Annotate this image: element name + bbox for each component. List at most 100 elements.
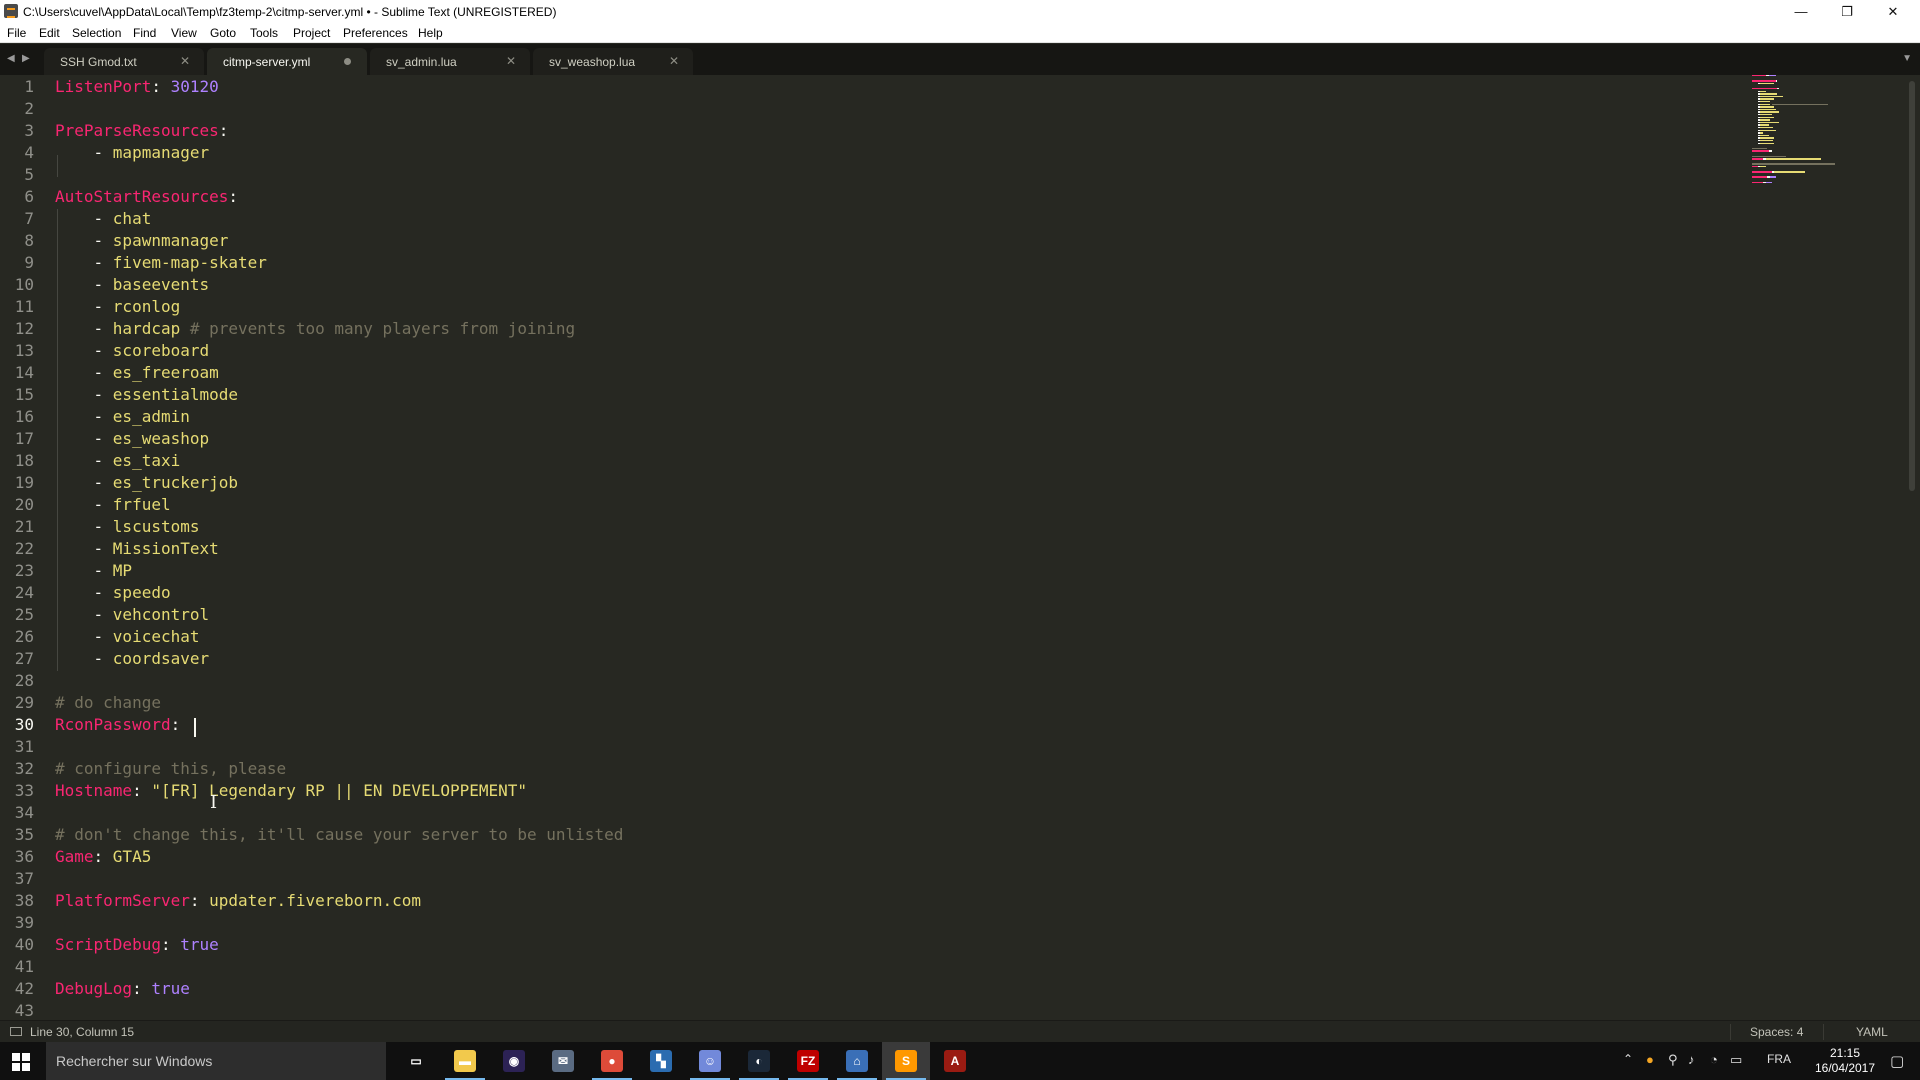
tray-expand-icon[interactable]: ⌃ <box>1623 1052 1633 1066</box>
code-line[interactable]: - hardcap # prevents too many players fr… <box>55 318 576 340</box>
eclipse-taskbar-button[interactable]: ◉ <box>490 1042 538 1080</box>
code-line[interactable]: DebugLog: true <box>55 978 190 1000</box>
menu-find[interactable]: Find <box>133 26 156 40</box>
notifications-icon[interactable]: ▢ <box>1890 1052 1904 1070</box>
code-line[interactable]: - coordsaver <box>55 648 210 670</box>
language-indicator[interactable]: FRA <box>1767 1052 1791 1066</box>
code-line[interactable]: # do change <box>55 692 161 714</box>
tab-forward-arrow-icon[interactable]: ▶ <box>22 53 30 64</box>
code-line[interactable]: Hostname: "[FR] Legendary RP || EN DEVEL… <box>55 780 527 802</box>
task-view-taskbar-button[interactable]: ▭ <box>392 1042 440 1080</box>
code-line[interactable]: - es_freeroam <box>55 362 219 384</box>
menu-help[interactable]: Help <box>418 26 443 40</box>
menu-project[interactable]: Project <box>293 26 330 40</box>
code-line[interactable]: ScriptDebug: true <box>55 934 219 956</box>
tab-close-icon[interactable]: ✕ <box>506 54 516 68</box>
menu-view[interactable]: View <box>171 26 197 40</box>
panel-toggle-icon[interactable] <box>10 1027 22 1036</box>
code-line[interactable]: - vehcontrol <box>55 604 210 626</box>
code-editor[interactable]: 1 2 3 4 5 6 7 8 9 10 11 12 13 14 15 16 17 18 19 20 21 22 23 24 2… <box>0 75 1905 1020</box>
code-token: - <box>55 143 113 162</box>
code-token: - <box>55 517 113 536</box>
code-token: - <box>55 385 113 404</box>
filezilla-taskbar-button[interactable]: FZ <box>784 1042 832 1080</box>
code-token: true <box>180 935 219 954</box>
code-line[interactable]: - mapmanager <box>55 142 210 164</box>
code-line[interactable]: - frfuel <box>55 494 171 516</box>
line-number: 10 <box>14 275 34 294</box>
code-area[interactable]: ListenPort: 30120 PreParseResources: - ma… <box>55 75 1905 1020</box>
code-line[interactable]: - essentialmode <box>55 384 239 406</box>
code-line[interactable]: - rconlog <box>55 296 181 318</box>
code-line[interactable]: - scoreboard <box>55 340 210 362</box>
clock[interactable]: 21:15 16/04/2017 <box>1810 1046 1880 1076</box>
tab-citmp-server[interactable]: citmp-server.yml <box>207 48 367 75</box>
mail-app-taskbar-button[interactable]: ✉ <box>539 1042 587 1080</box>
tab-sv-weashop[interactable]: sv_weashop.lua ✕ <box>533 48 693 75</box>
code-line[interactable]: - es_weashop <box>55 428 210 450</box>
code-line[interactable]: RconPassword: <box>55 714 190 736</box>
line-number: 37 <box>14 869 34 888</box>
discord-taskbar-button[interactable]: ☺ <box>686 1042 734 1080</box>
microphone-icon[interactable]: ⚲ <box>1668 1052 1678 1068</box>
minimap[interactable] <box>1752 75 1862 195</box>
code-token: vehcontrol <box>112 605 210 624</box>
file-explorer-taskbar-button[interactable]: ▬ <box>441 1042 489 1080</box>
volume-icon[interactable]: ♪ <box>1688 1052 1695 1067</box>
code-line[interactable]: - es_taxi <box>55 450 181 472</box>
indentation-setting[interactable]: Spaces: 4 <box>1750 1025 1803 1039</box>
unsaved-dot-icon[interactable] <box>344 58 351 65</box>
sublime-text-taskbar-button[interactable]: S <box>882 1042 930 1080</box>
code-line[interactable]: - fivem-map-skater <box>55 252 267 274</box>
code-token: - <box>55 627 113 646</box>
vertical-scrollbar[interactable] <box>1905 75 1920 1020</box>
syntax-selector[interactable]: YAML <box>1856 1025 1888 1039</box>
menu-preferences[interactable]: Preferences <box>343 26 408 40</box>
code-line[interactable]: Game: GTA5 <box>55 846 151 868</box>
code-line[interactable]: - spawnmanager <box>55 230 229 252</box>
code-line[interactable]: - es_admin <box>55 406 190 428</box>
code-line[interactable]: - MissionText <box>55 538 219 560</box>
minecraft-launcher-taskbar-button[interactable]: ▚ <box>637 1042 685 1080</box>
code-line[interactable]: - lscustoms <box>55 516 200 538</box>
code-line[interactable]: - MP <box>55 560 133 582</box>
menu-edit[interactable]: Edit <box>39 26 60 40</box>
menu-goto[interactable]: Goto <box>210 26 236 40</box>
code-line[interactable]: - baseevents <box>55 274 210 296</box>
code-line[interactable]: AutoStartResources: <box>55 186 238 208</box>
code-line[interactable]: - es_truckerjob <box>55 472 239 494</box>
minimize-button[interactable]: — <box>1778 0 1824 23</box>
battery-icon[interactable]: ▭ <box>1730 1052 1742 1068</box>
network-icon[interactable]: ◔ <box>1710 1052 1718 1067</box>
line-number: 11 <box>14 297 34 316</box>
code-line[interactable]: # configure this, please <box>55 758 286 780</box>
code-line[interactable]: - chat <box>55 208 152 230</box>
scrollbar-thumb[interactable] <box>1909 81 1915 491</box>
menu-tools[interactable]: Tools <box>250 26 278 40</box>
chrome-taskbar-button[interactable]: ● <box>588 1042 636 1080</box>
code-line[interactable]: # don't change this, it'll cause your se… <box>55 824 623 846</box>
windows-start-icon[interactable] <box>12 1053 30 1071</box>
close-button[interactable]: ✕ <box>1870 0 1916 23</box>
tab-ssh-gmod[interactable]: SSH Gmod.txt ✕ <box>44 48 204 75</box>
menu-selection[interactable]: Selection <box>72 26 121 40</box>
line-number: 20 <box>14 495 34 514</box>
tab-sv-admin[interactable]: sv_admin.lua ✕ <box>370 48 530 75</box>
code-line[interactable]: - voicechat <box>55 626 200 648</box>
tab-close-icon[interactable]: ✕ <box>180 54 190 68</box>
tabs-dropdown-icon[interactable]: ▼ <box>1902 53 1912 64</box>
code-line[interactable]: - speedo <box>55 582 171 604</box>
code-line[interactable]: PlatformServer: updater.fivereborn.com <box>55 890 421 912</box>
steam-taskbar-button[interactable]: ◐ <box>735 1042 783 1080</box>
tray-app-icon[interactable]: ● <box>1646 1052 1654 1067</box>
tab-back-arrow-icon[interactable]: ◀ <box>7 53 15 64</box>
code-line[interactable]: ListenPort: 30120 <box>55 76 219 98</box>
network-tool-taskbar-button[interactable]: ⌂ <box>833 1042 881 1080</box>
menu-file[interactable]: File <box>7 26 26 40</box>
tab-close-icon[interactable]: ✕ <box>669 54 679 68</box>
maximize-button[interactable]: ❐ <box>1824 0 1870 23</box>
autocad-taskbar-button[interactable]: A <box>931 1042 979 1080</box>
code-line[interactable]: PreParseResources: <box>55 120 228 142</box>
windows-search-box[interactable]: Rechercher sur Windows <box>46 1042 386 1080</box>
line-number: 13 <box>14 341 34 360</box>
